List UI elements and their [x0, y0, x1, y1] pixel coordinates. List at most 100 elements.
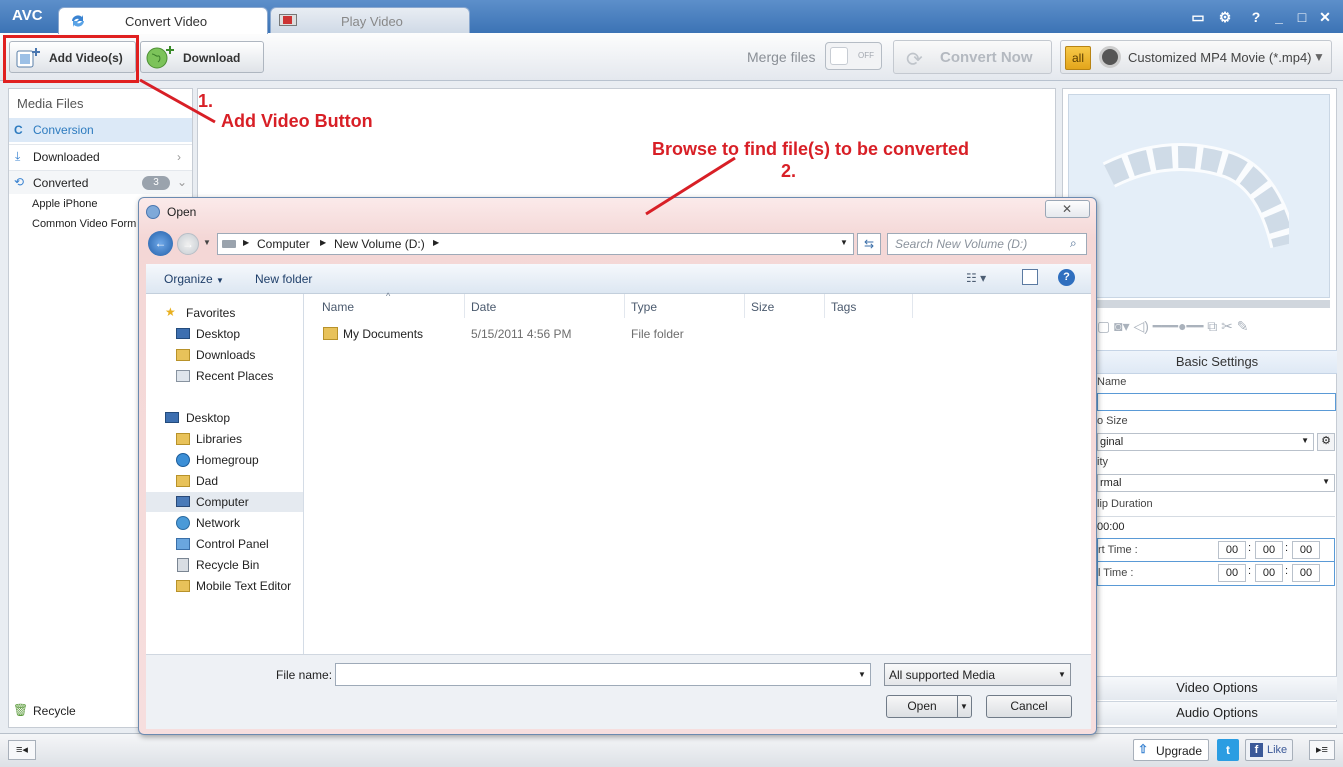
- seek-bar[interactable]: [1068, 300, 1330, 308]
- convert-now-button[interactable]: ⟳ Convert Now: [893, 40, 1052, 74]
- nav-mobile-text-editor[interactable]: Mobile Text Editor: [146, 576, 303, 596]
- sub-item-apple-iphone[interactable]: Apple iPhone: [32, 198, 97, 210]
- start-minutes-input[interactable]: 00: [1255, 541, 1283, 559]
- nav-downloads[interactable]: Downloads: [146, 345, 303, 365]
- panel-toggle-icon[interactable]: ▸≡: [1309, 740, 1335, 760]
- nav-recent-places[interactable]: Recent Places: [146, 366, 303, 386]
- end-minutes-input[interactable]: 00: [1255, 564, 1283, 582]
- title-bar: AVC Convert Video Play Video ▭ ⚙ ? _ □ ✕: [0, 0, 1343, 34]
- quality-select[interactable]: rmal ▼: [1097, 474, 1335, 492]
- gear-icon[interactable]: ⚙: [1214, 9, 1236, 26]
- organize-label: Organize: [164, 272, 213, 286]
- video-options-header[interactable]: Video Options: [1097, 676, 1337, 700]
- view-options-icon[interactable]: ☷ ▾: [966, 271, 986, 285]
- nav-label: Computer: [196, 495, 249, 509]
- organize-button[interactable]: Organize ▼: [164, 272, 224, 286]
- column-divider: [464, 294, 465, 318]
- recycle-label[interactable]: Recycle: [33, 704, 76, 718]
- command-bar: Organize ▼ New folder ☷ ▾ ?: [146, 264, 1091, 294]
- upgrade-button[interactable]: ⇧ Upgrade: [1133, 739, 1209, 761]
- gear-icon[interactable]: ⚙: [1317, 433, 1335, 451]
- help-icon[interactable]: ?: [1245, 9, 1267, 25]
- output-profile-select[interactable]: all Customized MP4 Movie (*.mp4) ▼: [1060, 40, 1332, 74]
- refresh-icon[interactable]: ⇆: [857, 233, 881, 255]
- end-seconds-input[interactable]: 00: [1292, 564, 1320, 582]
- preview-pane-icon[interactable]: [1022, 269, 1038, 285]
- nav-desktop[interactable]: Desktop: [146, 408, 303, 428]
- sub-item-common-video[interactable]: Common Video Form: [32, 218, 136, 230]
- address-bar[interactable]: ▶ Computer ▶ New Volume (D:) ▶ ▼: [217, 233, 854, 255]
- audio-options-header[interactable]: Audio Options: [1097, 701, 1337, 725]
- video-size-select[interactable]: ginal ▼: [1097, 433, 1314, 451]
- drive-icon: [222, 240, 236, 248]
- column-date[interactable]: Date: [471, 300, 496, 314]
- nav-computer[interactable]: Computer: [146, 492, 303, 512]
- basic-settings-header[interactable]: Basic Settings: [1097, 350, 1337, 374]
- nav-dad[interactable]: Dad: [146, 471, 303, 491]
- end-hours-input[interactable]: 00: [1218, 564, 1246, 582]
- video-size-label: o Size: [1097, 415, 1128, 427]
- forward-arrow-icon[interactable]: →: [177, 233, 199, 255]
- nav-label: Downloaded: [33, 150, 100, 164]
- preview-area: [1068, 94, 1330, 298]
- breadcrumb-volume[interactable]: New Volume (D:): [334, 237, 425, 251]
- download-button[interactable]: Download: [140, 41, 264, 73]
- nav-converted[interactable]: ⟲ Converted 3 ⌄: [9, 170, 192, 194]
- nav-downloaded[interactable]: ⤓ Downloaded ›: [9, 144, 192, 168]
- list-toggle-icon[interactable]: ≡◂: [8, 740, 36, 760]
- merge-files-toggle[interactable]: OFF: [825, 42, 882, 70]
- file-row[interactable]: My Documents 5/15/2011 4:56 PM File fold…: [318, 324, 918, 344]
- nav-favorites[interactable]: ★ Favorites: [146, 303, 303, 323]
- nav-homegroup[interactable]: Homegroup: [146, 450, 303, 470]
- nav-recycle-bin[interactable]: Recycle Bin: [146, 555, 303, 575]
- tab-play-video[interactable]: Play Video: [270, 7, 470, 34]
- name-input[interactable]: [1097, 393, 1336, 411]
- maximize-icon[interactable]: □: [1291, 9, 1313, 25]
- nav-label: Favorites: [186, 306, 236, 320]
- column-type[interactable]: Type: [631, 300, 657, 314]
- new-folder-button[interactable]: New folder: [255, 272, 312, 286]
- cancel-button[interactable]: Cancel: [986, 695, 1072, 718]
- back-arrow-icon[interactable]: ←: [148, 231, 173, 256]
- chevron-down-icon: ▼: [1058, 670, 1066, 679]
- chevron-down-icon[interactable]: ▼: [858, 670, 866, 679]
- column-tags[interactable]: Tags: [831, 300, 856, 314]
- help-icon[interactable]: ?: [1058, 269, 1075, 286]
- close-icon[interactable]: ✕: [1314, 9, 1336, 26]
- facebook-like-button[interactable]: f Like: [1245, 739, 1293, 761]
- start-seconds-input[interactable]: 00: [1292, 541, 1320, 559]
- column-size[interactable]: Size: [751, 300, 774, 314]
- nav-conversion[interactable]: C Conversion: [9, 118, 192, 142]
- search-input[interactable]: Search New Volume (D:) ⌕: [887, 233, 1087, 255]
- merge-files-label: Merge files: [747, 49, 816, 65]
- start-hours-input[interactable]: 00: [1218, 541, 1246, 559]
- file-name-input[interactable]: ▼: [335, 663, 871, 686]
- nav-label: Downloads: [196, 348, 256, 362]
- file-type-filter-select[interactable]: All supported Media ▼: [884, 663, 1071, 686]
- player-controls[interactable]: ▢ ◙▾ ◁) ━━━●━━ ⧉ ✂ ✎: [1097, 318, 1337, 340]
- history-chevron-icon[interactable]: ▼: [203, 238, 211, 247]
- twitter-icon[interactable]: t: [1217, 739, 1239, 761]
- minimize-icon[interactable]: _: [1268, 9, 1290, 25]
- nav-label: Recycle Bin: [196, 558, 260, 572]
- name-label: Name: [1097, 376, 1127, 388]
- dialog-close-button[interactable]: ✕: [1045, 200, 1090, 218]
- nav-control-panel[interactable]: Control Panel: [146, 534, 303, 554]
- chevron-down-icon[interactable]: ▼: [840, 238, 848, 247]
- split-divider: [957, 696, 958, 717]
- nav-libraries[interactable]: Libraries: [146, 429, 303, 449]
- chevron-down-icon[interactable]: ▼: [960, 696, 968, 717]
- column-name[interactable]: Name: [322, 300, 354, 314]
- app-logo: AVC: [12, 7, 43, 24]
- nav-desktop-fav[interactable]: Desktop: [146, 324, 303, 344]
- nav-network[interactable]: Network: [146, 513, 303, 533]
- breadcrumb-computer[interactable]: Computer: [257, 237, 310, 251]
- all-badge[interactable]: all: [1065, 46, 1091, 70]
- monitor-icon[interactable]: ▭: [1187, 9, 1209, 26]
- nav-label: Control Panel: [196, 537, 269, 551]
- open-button[interactable]: Open ▼: [886, 695, 972, 718]
- tab-convert-video[interactable]: Convert Video: [58, 7, 268, 34]
- chevron-down-icon: ▼: [1313, 50, 1325, 64]
- start-time-label: rt Time :: [1098, 544, 1138, 556]
- desktop-icon: [165, 412, 179, 423]
